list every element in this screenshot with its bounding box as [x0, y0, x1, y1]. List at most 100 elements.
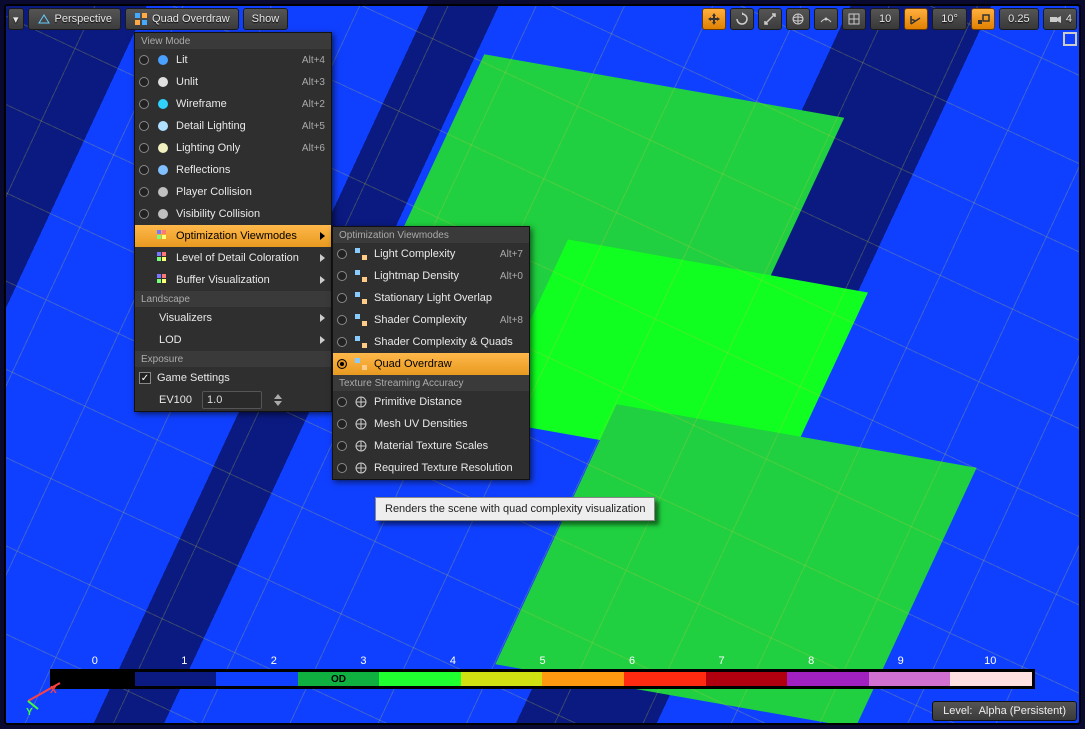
opt-item-icon — [353, 313, 368, 328]
viewmode-item[interactable]: Wireframe Alt+2 — [135, 93, 331, 115]
viewmode-menu: View Mode Lit Alt+4 Unlit Alt+3 Wirefram… — [134, 32, 332, 412]
camera-icon — [1048, 12, 1062, 26]
viewmode-item[interactable]: Reflections — [135, 159, 331, 181]
viewmode-item-label: Detail Lighting — [176, 120, 296, 132]
viewmode-item[interactable]: Unlit Alt+3 — [135, 71, 331, 93]
texture-accuracy-item[interactable]: Primitive Distance — [333, 391, 529, 413]
tex-item-label: Primitive Distance — [374, 396, 523, 408]
scale-snap-value[interactable]: 0.25 — [999, 8, 1039, 30]
chevron-right-icon — [320, 232, 325, 240]
level-status-prefix: Level: — [943, 705, 972, 717]
globe-icon — [791, 12, 805, 26]
ev100-spinner[interactable] — [274, 394, 282, 406]
submenu-label: Optimization Viewmodes — [176, 230, 314, 242]
legend-tick: 9 — [856, 655, 946, 667]
grid-snap-value[interactable]: 10 — [870, 8, 900, 30]
overdraw-legend: 012345678910 OD — [50, 655, 1035, 689]
angle-snap-value[interactable]: 10° — [932, 8, 967, 30]
viewmode-button[interactable]: Quad Overdraw — [125, 8, 239, 30]
viewmode-item-icon — [155, 75, 170, 90]
viewmode-item[interactable]: Detail Lighting Alt+5 — [135, 115, 331, 137]
surface-snap-icon — [819, 12, 833, 26]
viewport-toolbar: ▾ Perspective Quad Overdraw Show — [8, 8, 1077, 30]
viewmode-item-icon — [155, 163, 170, 178]
radio-icon — [337, 293, 347, 303]
optimization-item[interactable]: Stationary Light Overlap — [333, 287, 529, 309]
tex-item-label: Required Texture Resolution — [374, 462, 523, 474]
viewport-options-dropdown[interactable]: ▾ — [8, 8, 24, 30]
radio-icon — [337, 397, 347, 407]
scale-snap-button[interactable] — [971, 8, 995, 30]
optimization-item[interactable]: Quad Overdraw — [333, 353, 529, 375]
optimization-item[interactable]: Lightmap Density Alt+0 — [333, 265, 529, 287]
tooltip: Renders the scene with quad complexity v… — [375, 497, 655, 521]
viewmode-item-shortcut: Alt+2 — [302, 99, 325, 110]
viewmode-item[interactable]: Lighting Only Alt+6 — [135, 137, 331, 159]
camera-speed-button[interactable]: 4 — [1043, 8, 1077, 30]
grid-icon — [847, 12, 861, 26]
opt-item-label: Stationary Light Overlap — [374, 292, 517, 304]
opt-item-label: Shader Complexity — [374, 314, 494, 326]
legend-swatch: OD — [298, 672, 380, 686]
legend-tick: 2 — [229, 655, 319, 667]
radio-icon — [139, 209, 149, 219]
coord-space-button[interactable] — [786, 8, 810, 30]
globe-icon — [353, 395, 368, 410]
landscape-submenu-item[interactable]: LOD — [135, 329, 331, 351]
viewmode-item-icon — [155, 53, 170, 68]
legend-tick: 1 — [140, 655, 230, 667]
viewmode-item[interactable]: Visibility Collision — [135, 203, 331, 225]
surface-snap-button[interactable] — [814, 8, 838, 30]
transform-tool-button[interactable] — [702, 8, 726, 30]
radio-icon — [139, 99, 149, 109]
legend-bar: OD — [50, 669, 1035, 689]
perspective-label: Perspective — [55, 13, 112, 25]
globe-icon — [353, 439, 368, 454]
perspective-button[interactable]: Perspective — [28, 8, 121, 30]
chevron-right-icon — [320, 254, 325, 262]
texture-accuracy-item[interactable]: Required Texture Resolution — [333, 457, 529, 479]
optimization-item[interactable]: Light Complexity Alt+7 — [333, 243, 529, 265]
legend-tick: 6 — [587, 655, 677, 667]
show-button[interactable]: Show — [243, 8, 289, 30]
viewmode-submenu-item[interactable]: Buffer Visualization — [135, 269, 331, 291]
viewmode-item-label: Visibility Collision — [176, 208, 319, 220]
ev100-input[interactable] — [202, 391, 262, 409]
viewmode-submenu-item[interactable]: Optimization Viewmodes — [135, 225, 331, 247]
viewmode-item[interactable]: Player Collision — [135, 181, 331, 203]
viewmode-submenu-item[interactable]: Level of Detail Coloration — [135, 247, 331, 269]
texture-accuracy-item[interactable]: Mesh UV Densities — [333, 413, 529, 435]
level-status-name: Alpha (Persistent) — [979, 705, 1066, 717]
optimization-item[interactable]: Shader Complexity & Quads — [333, 331, 529, 353]
rotate-tool-button[interactable] — [730, 8, 754, 30]
ev100-label: EV100 — [159, 394, 192, 406]
legend-tick: 3 — [319, 655, 409, 667]
checkbox-icon: ✓ — [139, 372, 151, 384]
viewmode-item-shortcut: Alt+4 — [302, 55, 325, 66]
submenu-section-tex: Texture Streaming Accuracy — [333, 375, 529, 391]
opt-item-label: Quad Overdraw — [374, 358, 517, 370]
optimization-item[interactable]: Shader Complexity Alt+8 — [333, 309, 529, 331]
move-icon — [707, 12, 721, 26]
radio-icon — [337, 359, 347, 369]
submenu-section-opt: Optimization Viewmodes — [333, 227, 529, 243]
legend-tick: 4 — [408, 655, 498, 667]
maximize-viewport-button[interactable] — [1063, 32, 1077, 46]
submenu-label: Level of Detail Coloration — [176, 252, 314, 264]
scale-icon — [763, 12, 777, 26]
radio-icon — [139, 121, 149, 131]
viewmode-item[interactable]: Lit Alt+4 — [135, 49, 331, 71]
viewmode-item-icon — [155, 97, 170, 112]
scale-tool-button[interactable] — [758, 8, 782, 30]
level-status[interactable]: Level: Alpha (Persistent) — [932, 701, 1077, 721]
submenu-label: Buffer Visualization — [176, 274, 314, 286]
texture-accuracy-item[interactable]: Material Texture Scales — [333, 435, 529, 457]
show-label: Show — [252, 13, 280, 25]
grid-snap-button[interactable] — [842, 8, 866, 30]
legend-swatch — [624, 672, 706, 686]
angle-snap-button[interactable] — [904, 8, 928, 30]
landscape-submenu-item[interactable]: Visualizers — [135, 307, 331, 329]
axis-x-label: X — [50, 685, 57, 696]
radio-icon — [139, 165, 149, 175]
game-settings-checkbox-row[interactable]: ✓ Game Settings — [135, 367, 331, 389]
